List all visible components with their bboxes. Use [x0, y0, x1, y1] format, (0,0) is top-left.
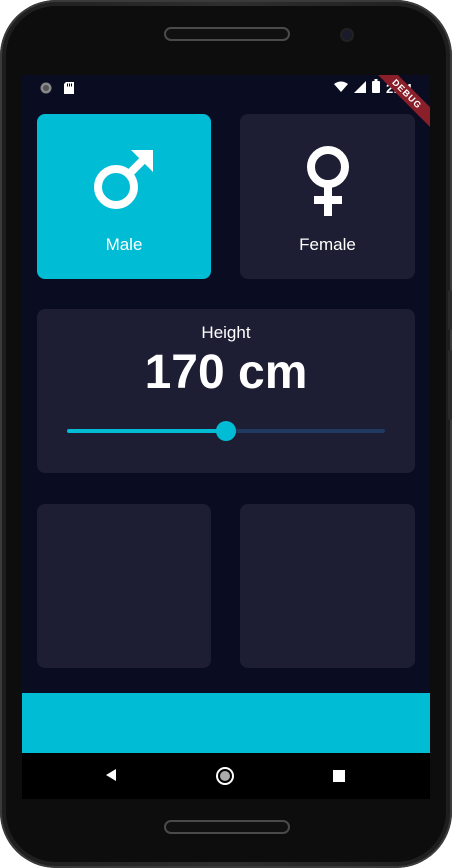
height-slider[interactable]	[67, 421, 385, 441]
height-label: Height	[201, 323, 251, 342]
weight-card	[37, 504, 211, 668]
male-card[interactable]: Male	[37, 114, 211, 279]
front-camera	[342, 30, 352, 40]
recents-icon[interactable]	[332, 769, 346, 788]
female-card[interactable]: Female	[240, 114, 415, 279]
age-card	[240, 504, 415, 668]
sd-card-icon	[64, 81, 74, 99]
male-label: Male	[105, 235, 143, 254]
calculate-button[interactable]	[22, 693, 430, 753]
power-button[interactable]	[448, 290, 452, 330]
navigation-bar	[22, 753, 430, 799]
female-label: Female	[299, 235, 356, 254]
height-value: 170 cm	[144, 346, 308, 399]
height-card: Height 170 cm	[37, 309, 415, 473]
male-symbol-icon	[94, 150, 153, 209]
female-symbol-icon	[306, 146, 349, 216]
height-slider-thumb[interactable]	[216, 421, 236, 441]
battery-icon	[371, 79, 380, 98]
app-screen: 2:44 DEBUG Male Female Height 170 cm	[22, 75, 430, 753]
status-bar: 2:44 DEBUG	[22, 75, 430, 131]
bottom-speaker	[164, 820, 290, 834]
wifi-icon	[333, 80, 348, 98]
volume-button[interactable]	[448, 350, 452, 420]
top-speaker	[164, 27, 290, 41]
back-icon[interactable]	[104, 767, 118, 788]
cell-signal-icon	[353, 80, 366, 98]
notification-dot-icon	[40, 81, 52, 99]
home-icon[interactable]	[215, 766, 235, 791]
height-slider-fill	[67, 429, 226, 433]
